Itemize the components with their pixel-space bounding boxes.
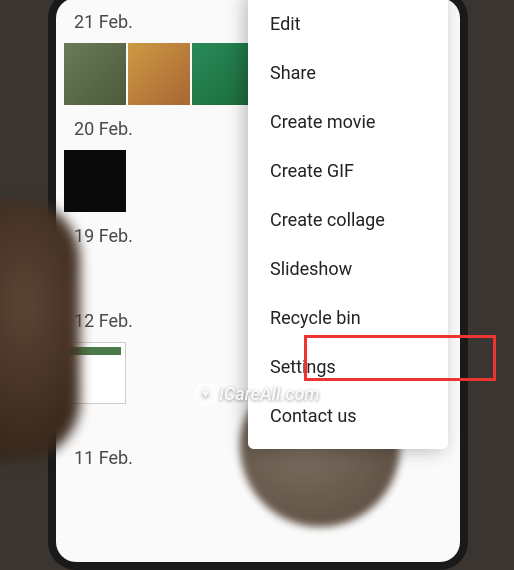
heart-icon: ♥ [194,383,216,405]
menu-edit[interactable]: Edit [248,0,448,49]
photo-thumbnail[interactable] [64,43,126,105]
watermark-text: iCareAll.com [219,384,319,405]
photo-thumbnail[interactable] [192,43,254,105]
photo-thumbnail[interactable] [64,150,126,212]
phone-screen: 21 Feb. 20 Feb. 19 Feb. 12 Feb. [56,0,460,562]
watermark: ♥ iCareAll.com [194,383,319,405]
menu-create-collage[interactable]: Create collage [248,196,448,245]
overflow-menu: Edit Share Create movie Create GIF Creat… [248,0,448,449]
menu-create-movie[interactable]: Create movie [248,98,448,147]
menu-create-gif[interactable]: Create GIF [248,147,448,196]
photo-thumbnail[interactable] [128,43,190,105]
menu-share[interactable]: Share [248,49,448,98]
menu-recycle-bin[interactable]: Recycle bin [248,294,448,343]
phone-frame: 21 Feb. 20 Feb. 19 Feb. 12 Feb. [48,0,468,570]
hand-occlusion-left [0,200,80,460]
menu-slideshow[interactable]: Slideshow [248,245,448,294]
